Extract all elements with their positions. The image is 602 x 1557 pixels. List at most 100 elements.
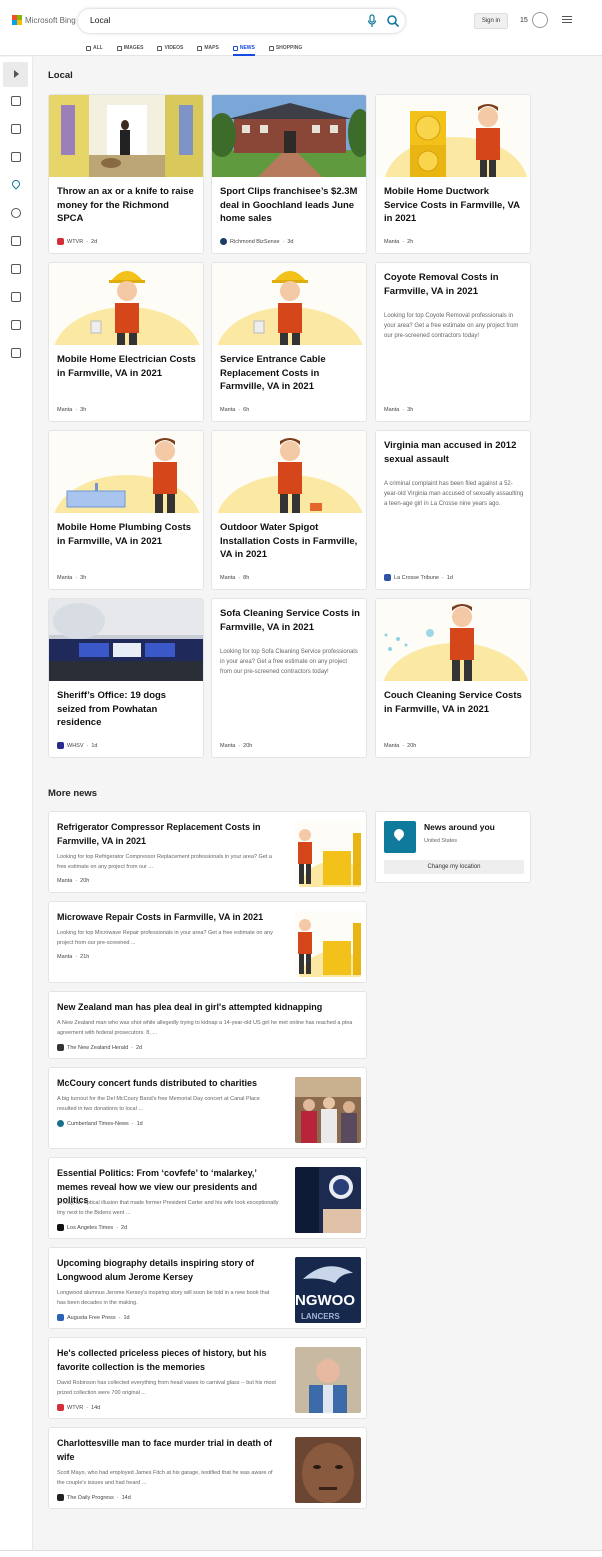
rewards-trophy-icon[interactable] — [532, 12, 548, 28]
shopping-bag-icon — [268, 45, 274, 51]
article-title[interactable]: Refrigerator Compressor Replacement Cost… — [57, 821, 279, 848]
news-card[interactable]: Outdoor Water Spigot Installation Costs … — [211, 430, 367, 590]
card-title[interactable]: Service Entrance Cable Replacement Costs… — [220, 353, 360, 394]
charity-photo-thumbnail — [295, 1077, 361, 1143]
card-source: Manta · 2h — [384, 239, 414, 245]
age: 2h — [407, 239, 414, 245]
card-title[interactable]: Couch Cleaning Service Costs in Farmvill… — [384, 689, 524, 716]
source-name: Manta — [57, 878, 73, 884]
tab-label: NEWS — [239, 45, 255, 51]
tab-news[interactable]: NEWS — [232, 40, 255, 56]
tab-label: ALL — [93, 45, 103, 51]
news-card[interactable]: Mobile Home Plumbing Costs in Farmville,… — [48, 430, 204, 590]
card-title[interactable]: Virginia man accused in 2012 sexual assa… — [384, 439, 524, 466]
card-source: WHSV · 1d — [57, 742, 97, 749]
article-description: Scott Mayo, who had employed James Fitch… — [57, 1470, 273, 1486]
news-card[interactable]: Mobile Home Ductwork Service Costs in Fa… — [375, 94, 531, 254]
la-crosse-tribune-logo-icon — [384, 574, 391, 581]
news-card[interactable]: Coyote Removal Costs in Farmville, VA in… — [375, 262, 531, 422]
more-news-card[interactable]: Microwave Repair Costs in Farmville, VA … — [48, 901, 367, 983]
article-source: Augusta Free Press · 1d — [57, 1314, 130, 1321]
age: 3h — [80, 407, 87, 413]
microphone-icon[interactable] — [367, 14, 377, 28]
news-card[interactable]: Service Entrance Cable Replacement Costs… — [211, 262, 367, 422]
card-title[interactable]: Outdoor Water Spigot Installation Costs … — [220, 521, 360, 562]
article-title[interactable]: Microwave Repair Costs in Farmville, VA … — [57, 911, 279, 925]
news-card[interactable]: Couch Cleaning Service Costs in Farmvill… — [375, 598, 531, 758]
card-title[interactable]: Sofa Cleaning Service Costs in Farmville… — [220, 607, 360, 634]
news-card[interactable]: Mobile Home Electrician Costs in Farmvil… — [48, 262, 204, 422]
flag-icon[interactable] — [11, 152, 21, 162]
news-card[interactable]: Sofa Cleaning Service Costs in Farmville… — [211, 598, 367, 758]
source-name: WHSV — [67, 742, 84, 749]
card-source: Manta · 20h — [384, 743, 417, 749]
plumber-illustration — [212, 431, 366, 513]
video-icon — [157, 45, 163, 51]
card-title[interactable]: Sheriff’s Office: 19 dogs seized from Po… — [57, 689, 197, 730]
age: 2d — [121, 1224, 128, 1231]
local-pin-icon[interactable] — [10, 178, 22, 190]
tab-images[interactable]: IMAGES — [116, 40, 143, 56]
card-title[interactable]: Throw an ax or a knife to raise money fo… — [57, 185, 197, 226]
entertainment-icon[interactable] — [11, 292, 21, 302]
article-title[interactable]: He's collected priceless pieces of histo… — [57, 1347, 279, 1374]
source-name: WTVR — [67, 1404, 84, 1411]
search-icon[interactable] — [386, 14, 400, 28]
sign-in-button[interactable]: Sign in — [474, 13, 508, 29]
more-news-card[interactable]: Essential Politics: From ‘covfefe’ to ‘m… — [48, 1157, 367, 1239]
expand-sidebar-button[interactable] — [3, 62, 28, 87]
microsoft-logo-icon — [12, 15, 22, 25]
change-location-button[interactable]: Change my location — [384, 860, 524, 874]
age: 1d — [136, 1120, 143, 1127]
bing-logo[interactable]: Microsoft Bing — [12, 15, 76, 25]
tab-videos[interactable]: VIDEOS — [157, 40, 183, 56]
tab-shopping[interactable]: SHOPPING — [268, 40, 302, 56]
article-title[interactable]: New Zealand man has plea deal in girl's … — [57, 1001, 357, 1015]
source-name: Cumberland Times-News — [67, 1120, 129, 1127]
news-card[interactable]: Sheriff’s Office: 19 dogs seized from Po… — [48, 598, 204, 758]
tab-maps[interactable]: MAPS — [197, 40, 219, 56]
card-source: Manta · 3h — [57, 407, 87, 413]
more-news-card[interactable]: New Zealand man has plea deal in girl's … — [48, 991, 367, 1059]
rewards-points[interactable]: 15 — [520, 17, 528, 24]
rocket-icon[interactable] — [11, 264, 21, 274]
more-news-card[interactable]: Upcoming biography details inspiring sto… — [48, 1247, 367, 1329]
trending-icon[interactable] — [11, 124, 21, 134]
search-icon — [86, 45, 91, 51]
article-source: Manta · 21h — [57, 954, 90, 960]
globe-icon[interactable] — [11, 208, 21, 218]
news-card[interactable]: Sport Clips franchisee’s $2.3M deal in G… — [211, 94, 367, 254]
age: 20h — [243, 743, 253, 749]
business-chart-icon[interactable] — [11, 236, 21, 246]
products-icon[interactable] — [11, 348, 21, 358]
home-icon[interactable] — [11, 96, 21, 106]
news-card[interactable]: Throw an ax or a knife to raise money fo… — [48, 94, 204, 254]
politics-building-icon[interactable] — [11, 320, 21, 330]
news-around-title: News around you — [424, 822, 495, 832]
menu-icon[interactable] — [562, 16, 572, 24]
article-description: Longwood alumnus Jerome Kersey's inspiri… — [57, 1290, 270, 1306]
news-around-you-panel: News around you United States Change my … — [375, 811, 531, 883]
card-title[interactable]: Mobile Home Ductwork Service Costs in Fa… — [384, 185, 524, 226]
article-source: The New Zealand Herald · 2d — [57, 1044, 142, 1051]
location-pin-icon — [384, 821, 416, 853]
news-card[interactable]: Virginia man accused in 2012 sexual assa… — [375, 430, 531, 590]
search-input[interactable]: Local — [90, 15, 110, 25]
more-news-card[interactable]: McCoury concert funds distributed to cha… — [48, 1067, 367, 1149]
more-news-card[interactable]: He's collected priceless pieces of histo… — [48, 1337, 367, 1419]
card-title[interactable]: Mobile Home Electrician Costs in Farmvil… — [57, 353, 197, 380]
article-title[interactable]: Charlottesville man to face murder trial… — [57, 1437, 279, 1464]
cleaner-illustration — [376, 599, 530, 681]
search-box[interactable]: Local — [78, 9, 405, 33]
age: 3h — [407, 407, 414, 413]
hallway-photo — [49, 95, 203, 177]
card-title[interactable]: Mobile Home Plumbing Costs in Farmville,… — [57, 521, 197, 548]
more-news-card[interactable]: Refrigerator Compressor Replacement Cost… — [48, 811, 367, 893]
card-title[interactable]: Coyote Removal Costs in Farmville, VA in… — [384, 271, 524, 298]
article-title[interactable]: McCoury concert funds distributed to cha… — [57, 1077, 279, 1091]
tab-all[interactable]: ALL — [86, 40, 103, 56]
more-news-card[interactable]: Charlottesville man to face murder trial… — [48, 1427, 367, 1509]
card-title[interactable]: Sport Clips franchisee’s $2.3M deal in G… — [220, 185, 360, 226]
image-icon — [116, 45, 122, 51]
article-title[interactable]: Upcoming biography details inspiring sto… — [57, 1257, 279, 1284]
